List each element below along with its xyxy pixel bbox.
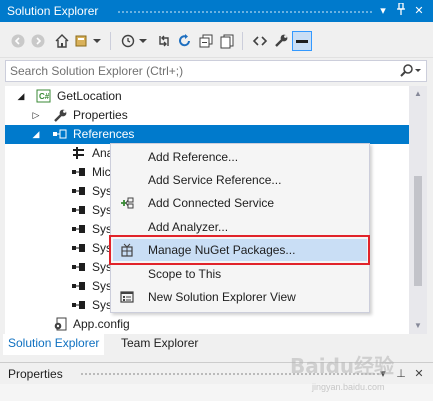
preview-selected-icon[interactable] xyxy=(292,31,312,51)
search-input[interactable] xyxy=(10,63,390,79)
tree-item-label: App.config xyxy=(73,317,130,331)
menu-item-new-solution-explorer-view[interactable]: New Solution Explorer View xyxy=(113,286,367,308)
tree-item-label: Sys xyxy=(92,203,113,217)
csharp-project-icon: C# xyxy=(36,89,52,104)
home-icon[interactable] xyxy=(52,31,72,51)
scroll-up-icon[interactable]: ▲ xyxy=(409,86,427,102)
connected-service-icon xyxy=(119,195,135,211)
title-bar-grip[interactable] xyxy=(117,10,372,15)
menu-item-add-reference[interactable]: Add Reference... xyxy=(113,146,367,168)
context-menu: Add Reference... Add Service Reference..… xyxy=(110,143,370,313)
history-dropdown-icon[interactable] xyxy=(137,31,149,51)
assembly-icon xyxy=(71,203,87,218)
code-view-icon[interactable] xyxy=(250,31,270,51)
properties-title: Properties xyxy=(8,367,63,381)
tree-item-label: GetLocation xyxy=(57,89,122,103)
assembly-icon xyxy=(71,222,87,237)
search-box xyxy=(5,60,427,82)
menu-item-add-service-reference[interactable]: Add Service Reference... xyxy=(113,169,367,191)
vertical-scrollbar[interactable]: ▲ ▼ xyxy=(409,86,427,334)
config-file-icon xyxy=(52,317,68,332)
tree-item-properties[interactable]: ▷ Properties xyxy=(5,106,409,125)
tree-item-label: Sys xyxy=(92,184,113,198)
dropdown-icon[interactable]: ▾ xyxy=(375,3,391,19)
close-icon[interactable]: ✕ xyxy=(412,367,426,381)
collapse-arrow-icon[interactable]: ◢ xyxy=(16,87,26,106)
highlight-callout-box xyxy=(109,235,370,265)
menu-item-label: Scope to This xyxy=(148,267,222,281)
window-title: Solution Explorer xyxy=(7,4,99,18)
menu-item-label: Add Service Reference... xyxy=(148,173,282,187)
tree-item-project[interactable]: ◢ C# GetLocation xyxy=(5,87,409,106)
pin-icon[interactable]: ⊥ xyxy=(394,367,408,381)
assembly-icon xyxy=(71,241,87,256)
analyzer-icon xyxy=(71,146,87,161)
sync-icon[interactable] xyxy=(154,31,174,51)
title-bar: Solution Explorer ▾ ✕ xyxy=(0,0,433,22)
references-icon xyxy=(52,127,68,142)
close-icon[interactable]: ✕ xyxy=(411,3,427,19)
menu-item-label: Add Reference... xyxy=(148,150,239,164)
properties-wrench-icon[interactable] xyxy=(271,31,291,51)
scroll-down-icon[interactable]: ▼ xyxy=(409,318,427,334)
new-view-icon xyxy=(119,289,135,305)
show-all-files-icon[interactable] xyxy=(217,31,237,51)
refresh-icon[interactable] xyxy=(175,31,195,51)
assembly-icon xyxy=(71,165,87,180)
assembly-icon xyxy=(71,260,87,275)
tree-item-label: Properties xyxy=(73,108,128,122)
watermark-logo: Baidu经验 xyxy=(290,354,395,378)
scroll-thumb[interactable] xyxy=(414,176,422,286)
tree-item-references[interactable]: ◢ References xyxy=(5,125,409,144)
svg-text:C#: C# xyxy=(39,92,50,101)
watermark-url: jingyan.baidu.com xyxy=(312,382,385,392)
forward-icon[interactable] xyxy=(28,31,48,51)
tree-item-label: Mic xyxy=(92,165,111,179)
wrench-icon xyxy=(52,108,68,123)
toolbar xyxy=(0,22,433,58)
switch-views-icon[interactable] xyxy=(72,31,92,51)
assembly-icon xyxy=(71,298,87,313)
history-icon[interactable] xyxy=(118,31,138,51)
back-icon[interactable] xyxy=(8,31,28,51)
menu-item-scope-to-this[interactable]: Scope to This xyxy=(113,263,367,285)
assembly-icon xyxy=(71,184,87,199)
pin-icon[interactable] xyxy=(393,2,409,19)
assembly-icon xyxy=(71,279,87,294)
tree-item-label: References xyxy=(73,127,135,141)
menu-item-label: New Solution Explorer View xyxy=(148,290,296,304)
tree-item-label: Sys xyxy=(92,279,113,293)
tab-solution-explorer[interactable]: Solution Explorer xyxy=(3,334,105,355)
menu-item-label: Add Connected Service xyxy=(148,196,275,210)
tab-team-explorer[interactable]: Team Explorer xyxy=(116,334,203,355)
expand-arrow-icon[interactable]: ▷ xyxy=(31,106,41,125)
collapse-arrow-icon[interactable]: ◢ xyxy=(31,125,41,144)
tree-item-label: Sys xyxy=(92,298,113,312)
collapse-all-icon[interactable] xyxy=(196,31,216,51)
search-icon[interactable] xyxy=(396,63,424,79)
switch-views-dropdown-icon[interactable] xyxy=(91,31,103,51)
menu-item-add-connected-service[interactable]: Add Connected Service xyxy=(113,192,367,214)
tree-item-appconfig[interactable]: App.config xyxy=(5,315,409,334)
